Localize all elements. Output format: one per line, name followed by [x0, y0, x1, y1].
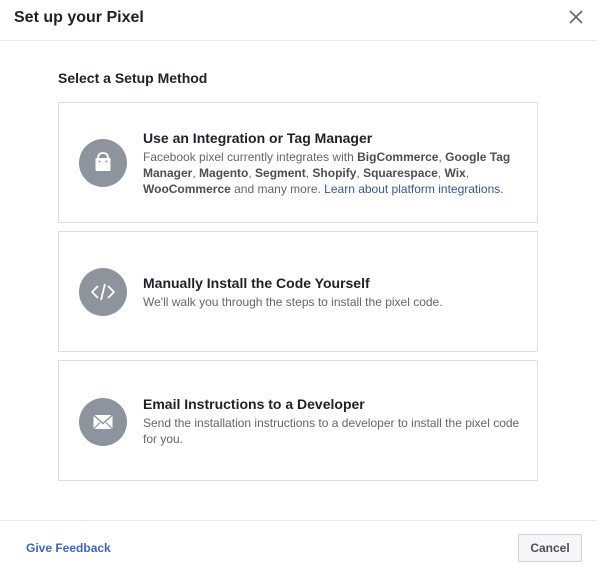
platform-name: WooCommerce [143, 182, 231, 196]
option-email-developer[interactable]: Email Instructions to a Developer Send t… [58, 360, 538, 481]
cancel-button[interactable]: Cancel [518, 534, 582, 562]
platform-name: Squarespace [363, 166, 438, 180]
dialog-title: Set up your Pixel [14, 9, 144, 26]
option-description: We'll walk you through the steps to inst… [143, 295, 443, 309]
platform-name: BigCommerce [357, 150, 439, 164]
option-description: Facebook pixel currently integrates with… [143, 150, 511, 196]
give-feedback-link[interactable]: Give Feedback [26, 541, 111, 555]
dialog-footer: Give Feedback Cancel [0, 520, 597, 566]
option-title: Use an Integration or Tag Manager [143, 130, 373, 146]
section-heading: Select a Setup Method [58, 70, 208, 86]
platform-integrations-link[interactable]: Learn about platform integrations. [324, 182, 503, 196]
platform-name: Magento [199, 166, 249, 180]
platform-name: Segment [255, 166, 306, 180]
close-icon[interactable] [567, 8, 585, 26]
dialog-header: Set up your Pixel [0, 0, 597, 41]
platform-name: Wix [444, 166, 466, 180]
option-integration[interactable]: Use an Integration or Tag Manager Facebo… [58, 102, 538, 223]
option-title: Manually Install the Code Yourself [143, 275, 370, 291]
option-title: Email Instructions to a Developer [143, 396, 365, 412]
envelope-icon [79, 398, 127, 446]
option-description: Send the installation instructions to a … [143, 416, 520, 446]
platform-name: Shopify [312, 166, 357, 180]
option-manual-install[interactable]: Manually Install the Code Yourself We'll… [58, 231, 538, 352]
code-icon [79, 268, 127, 316]
shopping-bag-icon [79, 139, 127, 187]
